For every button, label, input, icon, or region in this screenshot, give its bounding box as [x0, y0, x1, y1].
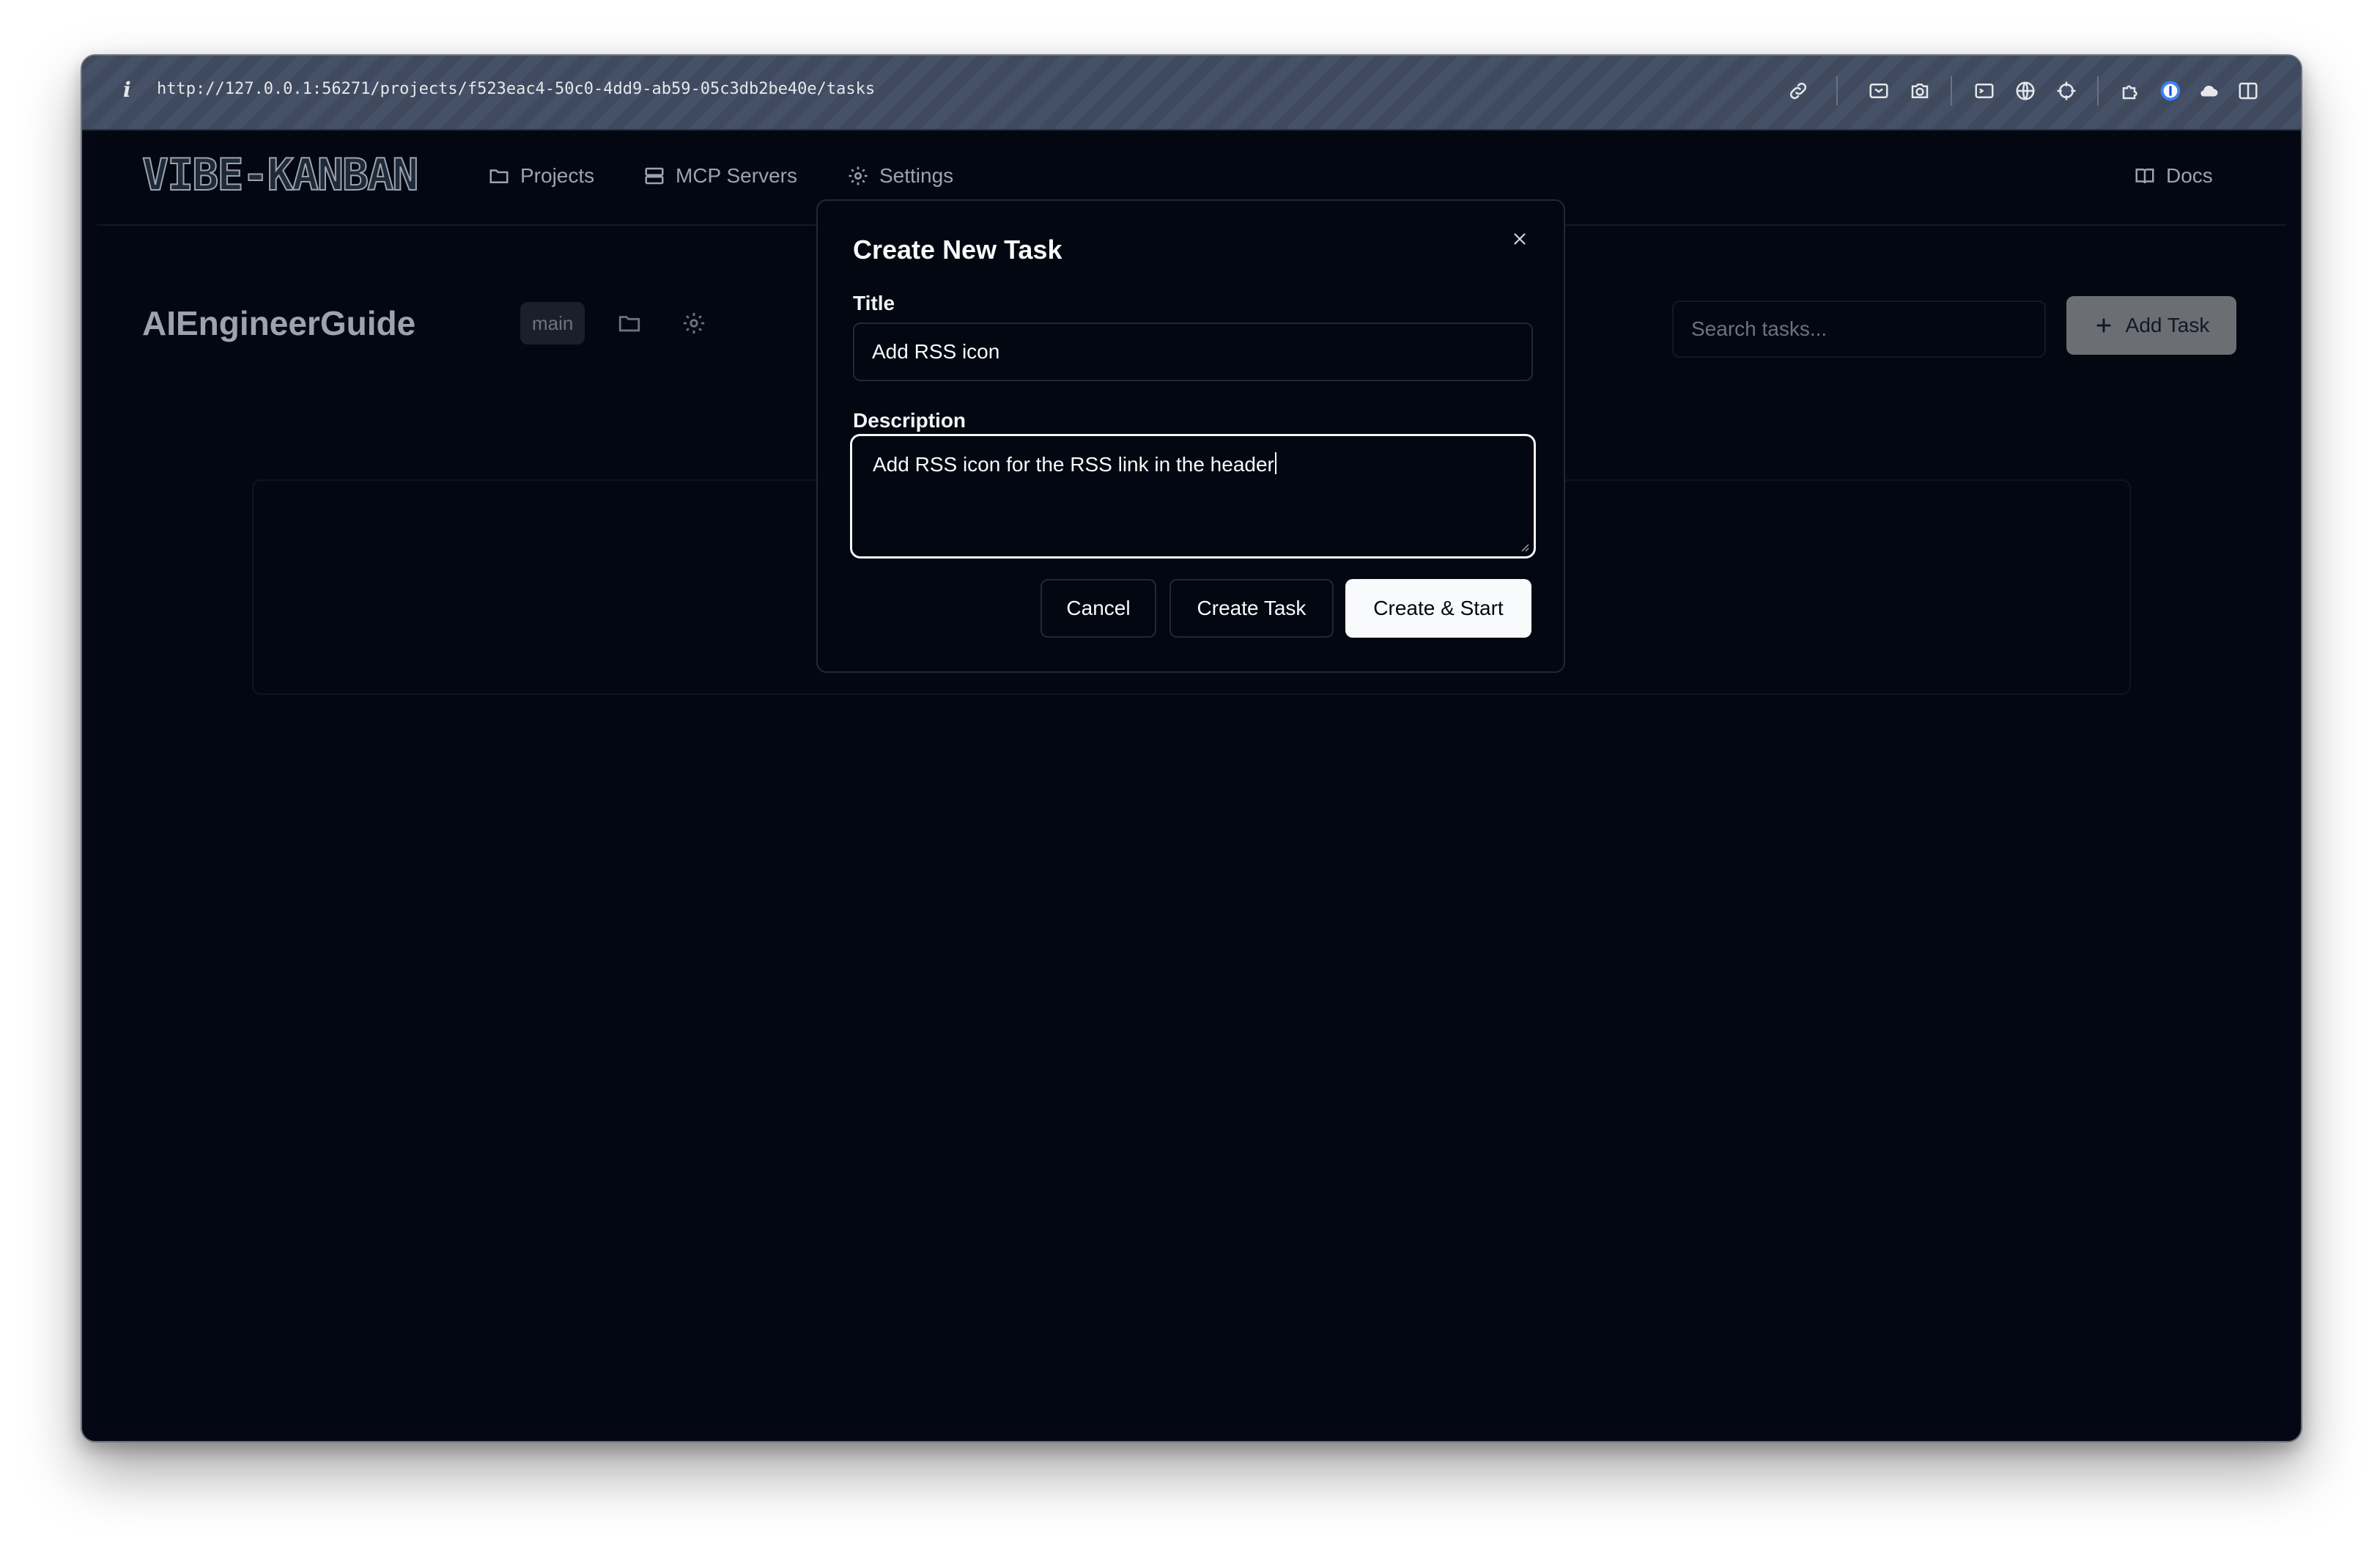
cloud-icon[interactable]: [2194, 76, 2223, 106]
media-icon[interactable]: [1864, 76, 1893, 106]
browser-toolbar: i http://127.0.0.1:56271/projects/f523ea…: [82, 56, 2301, 130]
globe-icon[interactable]: [2011, 76, 2040, 106]
search-input[interactable]: Search tasks...: [1672, 301, 2046, 358]
nav-projects[interactable]: Projects: [488, 160, 594, 192]
book-icon: [2135, 169, 2154, 184]
terminal-icon[interactable]: [1970, 76, 1999, 106]
puzzle-icon[interactable]: [2116, 76, 2146, 106]
app-logo[interactable]: VIBE-KANBAN: [141, 149, 419, 202]
nav-settings[interactable]: Settings: [847, 160, 953, 192]
create-and-start-button[interactable]: Create & Start: [1345, 579, 1531, 638]
server-icon: [645, 167, 664, 185]
link-icon[interactable]: [1784, 76, 1813, 106]
title-label: Title: [853, 292, 895, 314]
create-task-dialog: Create New Task Title Add RSS icon Descr…: [816, 199, 1565, 673]
nav-docs[interactable]: Docs: [2134, 160, 2213, 192]
camera-icon[interactable]: [1905, 76, 1934, 106]
folder-icon: [489, 169, 509, 183]
toolbar-divider: [1836, 76, 1838, 106]
gear-icon: [849, 166, 868, 185]
address-bar[interactable]: http://127.0.0.1:56271/projects/f523eac4…: [157, 80, 875, 98]
nav-docs-label: Docs: [2166, 164, 2213, 187]
crosshair-icon[interactable]: [2052, 76, 2081, 106]
branch-badge: main: [520, 302, 585, 344]
site-info-icon[interactable]: i: [123, 78, 131, 102]
nav-mcp-servers-label: MCP Servers: [676, 164, 797, 187]
nav-projects-label: Projects: [520, 164, 595, 187]
resize-grip-icon[interactable]: [1519, 542, 1529, 552]
close-icon[interactable]: [1505, 224, 1534, 254]
toolbar-divider: [2097, 76, 2099, 106]
dialog-title: Create New Task: [853, 235, 1062, 265]
description-text: Add RSS icon for the RSS link in the hea…: [873, 453, 1274, 476]
nav-settings-label: Settings: [879, 164, 954, 187]
plus-icon: [2096, 318, 2111, 333]
sidebar-icon[interactable]: [2233, 76, 2263, 106]
toolbar-divider: [1951, 76, 1952, 106]
add-task-label: Add Task: [2125, 314, 2210, 336]
title-input[interactable]: Add RSS icon: [853, 322, 1533, 381]
add-task-button[interactable]: Add Task: [2066, 296, 2236, 355]
create-task-button[interactable]: Create Task: [1169, 579, 1334, 638]
open-folder-icon[interactable]: [617, 311, 642, 336]
description-textarea[interactable]: Add RSS icon for the RSS link in the hea…: [850, 434, 1536, 559]
nav-mcp-servers[interactable]: MCP Servers: [643, 160, 797, 192]
project-settings-icon[interactable]: [681, 311, 706, 336]
description-label: Description: [853, 409, 967, 432]
cancel-button[interactable]: Cancel: [1041, 579, 1156, 638]
project-title: AIEngineerGuide: [142, 304, 416, 342]
text-caret: [1274, 452, 1276, 474]
password-manager-icon[interactable]: [2156, 76, 2185, 106]
